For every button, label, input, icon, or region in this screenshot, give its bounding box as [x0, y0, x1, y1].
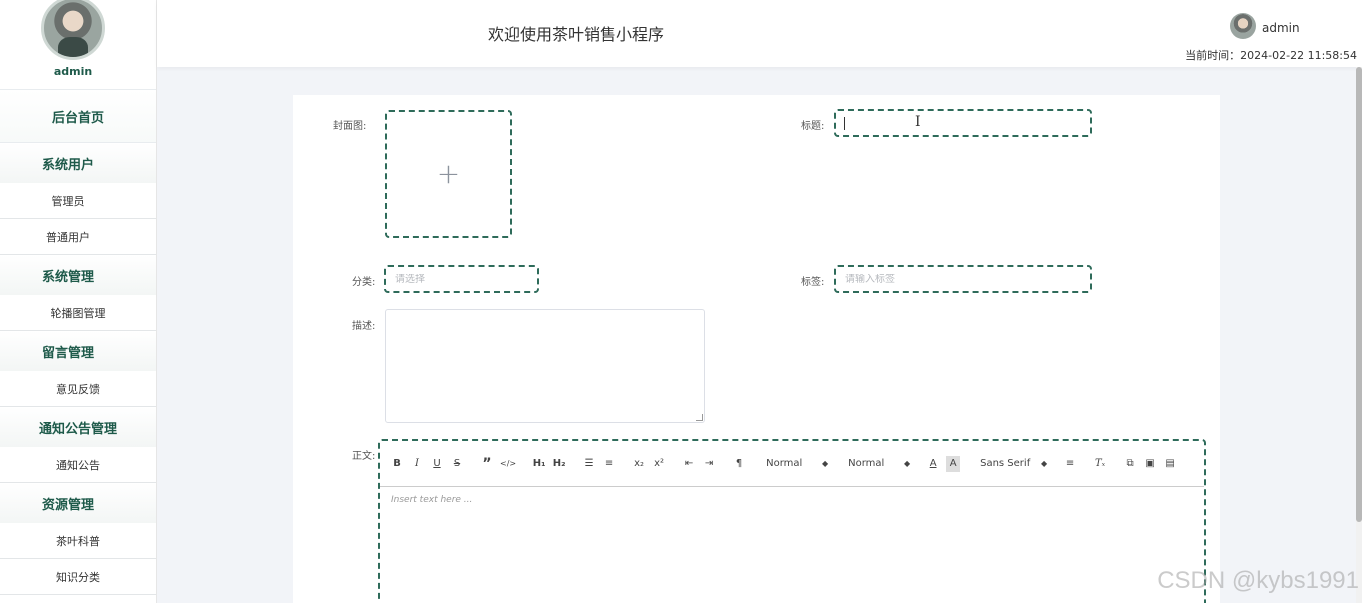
cover-label: 封面图:: [333, 121, 367, 132]
profile: admin: [0, 0, 156, 90]
editor-content[interactable]: Insert text here ...: [380, 487, 1204, 513]
font-select-value: Sans Serif: [980, 458, 1031, 469]
category-select-input[interactable]: [395, 273, 537, 285]
sidebar-item-carousel[interactable]: 轮播图管理: [0, 295, 156, 331]
header-select-value: Normal: [848, 458, 885, 469]
page-title: 欢迎使用茶叶销售小程序: [488, 25, 665, 44]
text-caret: [844, 117, 845, 130]
size-select[interactable]: Normal ◆: [766, 456, 828, 472]
description-textarea[interactable]: [385, 309, 705, 423]
sidebar-group-resources[interactable]: 资源管理: [0, 483, 156, 523]
editor-toolbar: B I U S ” </> H₁ H₂ ☰ ≡ x₂ x² ⇤ ⇥ ¶ Norm…: [380, 441, 1204, 487]
tags-input-field[interactable]: [845, 273, 1090, 285]
header-select[interactable]: Normal ◆: [848, 456, 910, 472]
chevron-updown-icon: ◆: [821, 459, 829, 468]
current-time: 当前时间：2024-02-22 11:58:54: [1185, 47, 1357, 63]
watermark: CSDN @kybs1991: [1157, 567, 1359, 594]
scrollbar-thumb[interactable]: [1356, 67, 1362, 522]
video-button[interactable]: ▤: [1163, 456, 1177, 472]
subscript-button[interactable]: x₂: [632, 456, 646, 472]
indent-button[interactable]: ⇥: [702, 456, 716, 472]
form-panel: 封面图: + 标题: 分类: 标签: 描述: 正文: B I U S ” </>…: [293, 95, 1220, 603]
cover-upload[interactable]: +: [385, 110, 512, 238]
body-label: 正文:: [352, 451, 376, 462]
current-time-label: 当前时间：: [1185, 49, 1241, 62]
chevron-updown-icon: ◆: [1040, 459, 1048, 468]
current-time-value: 2024-02-22 11:58:54: [1240, 49, 1357, 62]
chevron-updown-icon: ◆: [903, 459, 911, 468]
superscript-button[interactable]: x²: [652, 456, 666, 472]
outdent-button[interactable]: ⇤: [682, 456, 696, 472]
sidebar-group-notices[interactable]: 通知公告管理: [0, 407, 156, 447]
link-button[interactable]: ⧉: [1123, 456, 1137, 472]
strike-button[interactable]: S: [450, 456, 464, 472]
plus-icon: +: [436, 157, 461, 190]
sidebar-item-users[interactable]: 普通用户: [0, 219, 156, 255]
title-input[interactable]: [834, 109, 1092, 137]
sidebar-item-knowledge-category[interactable]: 知识分类: [0, 559, 156, 595]
text-cursor-icon: I: [915, 114, 921, 130]
code-block-button[interactable]: </>: [500, 456, 516, 472]
resize-handle-icon[interactable]: [696, 414, 703, 421]
font-color-button[interactable]: A: [926, 456, 940, 472]
ordered-list-button[interactable]: ☰: [582, 456, 596, 472]
sidebar-item-admins[interactable]: 管理员: [0, 183, 156, 219]
bullet-list-button[interactable]: ≡: [602, 456, 616, 472]
desc-label: 描述:: [352, 321, 376, 332]
sidebar-item-tea-science[interactable]: 茶叶科普: [0, 523, 156, 559]
header: 欢迎使用茶叶销售小程序 admin 当前时间：2024-02-22 11:58:…: [157, 0, 1362, 67]
user-avatar[interactable]: [1230, 13, 1256, 39]
sidebar-item-feedback[interactable]: 意见反馈: [0, 371, 156, 407]
avatar[interactable]: [41, 0, 105, 60]
blockquote-button[interactable]: ”: [480, 456, 494, 472]
underline-button[interactable]: U: [430, 456, 444, 472]
clean-format-button[interactable]: Tₓ: [1093, 456, 1107, 472]
size-select-value: Normal: [766, 458, 803, 469]
header-2-button[interactable]: H₂: [552, 456, 566, 472]
image-button[interactable]: ▣: [1143, 456, 1157, 472]
font-select[interactable]: Sans Serif ◆: [980, 456, 1047, 472]
text-direction-button[interactable]: ¶: [732, 456, 746, 472]
header-1-button[interactable]: H₁: [532, 456, 546, 472]
rich-text-editor[interactable]: B I U S ” </> H₁ H₂ ☰ ≡ x₂ x² ⇤ ⇥ ¶ Norm…: [378, 439, 1206, 603]
sidebar-group-messages[interactable]: 留言管理: [0, 331, 156, 371]
bold-button[interactable]: B: [390, 456, 404, 472]
tags-input[interactable]: [834, 265, 1092, 293]
sidebar-group-system-users[interactable]: 系统用户: [0, 143, 156, 183]
header-username[interactable]: admin: [1262, 21, 1300, 35]
background-color-button[interactable]: A: [946, 455, 961, 472]
title-label: 标题:: [801, 121, 825, 132]
category-label: 分类:: [352, 277, 376, 288]
profile-name: admin: [53, 65, 93, 78]
align-button[interactable]: ≡: [1063, 456, 1077, 472]
tags-label: 标签:: [801, 277, 825, 288]
italic-button[interactable]: I: [410, 456, 424, 472]
sidebar-item-home[interactable]: 后台首页: [0, 90, 156, 143]
category-select[interactable]: [384, 265, 539, 293]
sidebar: admin 后台首页 系统用户 管理员 普通用户 系统管理 轮播图管理 留言管理…: [0, 0, 157, 603]
sidebar-item-notice[interactable]: 通知公告: [0, 447, 156, 483]
sidebar-group-system-management[interactable]: 系统管理: [0, 255, 156, 295]
